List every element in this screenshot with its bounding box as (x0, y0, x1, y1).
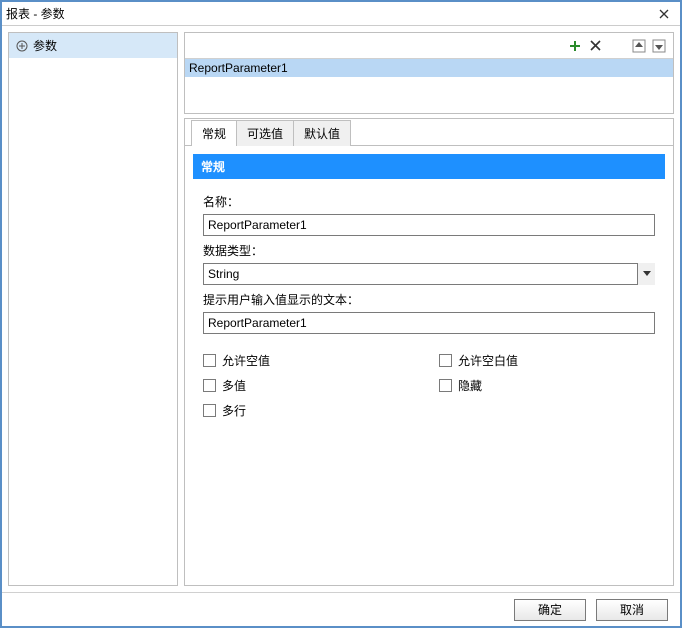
checkbox-label: 隐藏 (458, 377, 482, 394)
checkbox-allow-blank[interactable]: 允许空白值 (439, 352, 655, 369)
ok-button[interactable]: 确定 (514, 599, 586, 621)
checkbox-box (439, 354, 452, 367)
checkbox-box (203, 379, 216, 392)
checkbox-allow-null[interactable]: 允许空值 (203, 352, 419, 369)
name-label: 名称： (203, 193, 655, 210)
chevron-down-icon (643, 271, 651, 277)
right-panel: ReportParameter1 常规 可选值 默认值 常规 名称： 数据类型： (184, 32, 674, 586)
cancel-button[interactable]: 取消 (596, 599, 668, 621)
prompt-input[interactable] (203, 312, 655, 334)
tree-root-label: 参数 (33, 37, 57, 54)
form-area: 名称： 数据类型： String 提示用户输入值显示的文本： (193, 185, 665, 340)
dialog-window: 报表 - 参数 参数 (0, 0, 682, 628)
parameters-icon (15, 39, 29, 53)
arrow-down-icon (652, 39, 666, 53)
close-icon (659, 9, 669, 19)
parameter-list-item-label: ReportParameter1 (189, 61, 288, 75)
add-parameter-button[interactable] (567, 38, 583, 54)
checkbox-label: 允许空白值 (458, 352, 518, 369)
tab-default-values[interactable]: 默认值 (293, 120, 351, 146)
checkbox-label: 多值 (222, 377, 246, 394)
checkbox-hidden[interactable]: 隐藏 (439, 377, 655, 394)
checkbox-label: 多行 (222, 402, 246, 419)
title-bar: 报表 - 参数 (2, 2, 680, 26)
tabs-container: 常规 可选值 默认值 常规 名称： 数据类型： String (184, 118, 674, 586)
parameter-list[interactable]: ReportParameter1 (185, 59, 673, 113)
datatype-value: String (208, 267, 239, 281)
delete-icon (590, 40, 601, 51)
move-up-button[interactable] (631, 38, 647, 54)
checkbox-box (203, 404, 216, 417)
arrow-up-icon (632, 39, 646, 53)
tab-general[interactable]: 常规 (191, 120, 237, 146)
checkbox-box (439, 379, 452, 392)
move-down-button[interactable] (651, 38, 667, 54)
plus-icon (569, 40, 581, 52)
checkbox-grid: 允许空值 允许空白值 多值 隐藏 (193, 346, 665, 425)
parameter-list-item[interactable]: ReportParameter1 (185, 59, 673, 77)
parameter-list-box: ReportParameter1 (184, 32, 674, 114)
checkbox-box (203, 354, 216, 367)
section-header-general: 常规 (193, 154, 665, 179)
checkbox-multivalue[interactable]: 多值 (203, 377, 419, 394)
dialog-button-bar: 确定 取消 (2, 592, 680, 626)
datatype-label: 数据类型： (203, 242, 655, 259)
datatype-select[interactable]: String (203, 263, 655, 285)
window-title: 报表 - 参数 (6, 5, 652, 22)
prompt-label: 提示用户输入值显示的文本： (203, 291, 655, 308)
tabs-header: 常规 可选值 默认值 (185, 120, 673, 146)
checkbox-label: 允许空值 (222, 352, 270, 369)
parameter-tree-panel: 参数 (8, 32, 178, 586)
close-button[interactable] (652, 5, 676, 23)
name-input[interactable] (203, 214, 655, 236)
content-area: 参数 (2, 26, 680, 592)
select-arrow[interactable] (637, 263, 655, 285)
delete-parameter-button[interactable] (587, 38, 603, 54)
tab-body-general: 常规 名称： 数据类型： String 提示用户输入值显示的文本： (185, 145, 673, 585)
parameter-toolbar (185, 33, 673, 59)
tab-available-values[interactable]: 可选值 (236, 120, 294, 146)
checkbox-multiline[interactable]: 多行 (203, 402, 419, 419)
tree-root-parameters[interactable]: 参数 (9, 33, 177, 58)
